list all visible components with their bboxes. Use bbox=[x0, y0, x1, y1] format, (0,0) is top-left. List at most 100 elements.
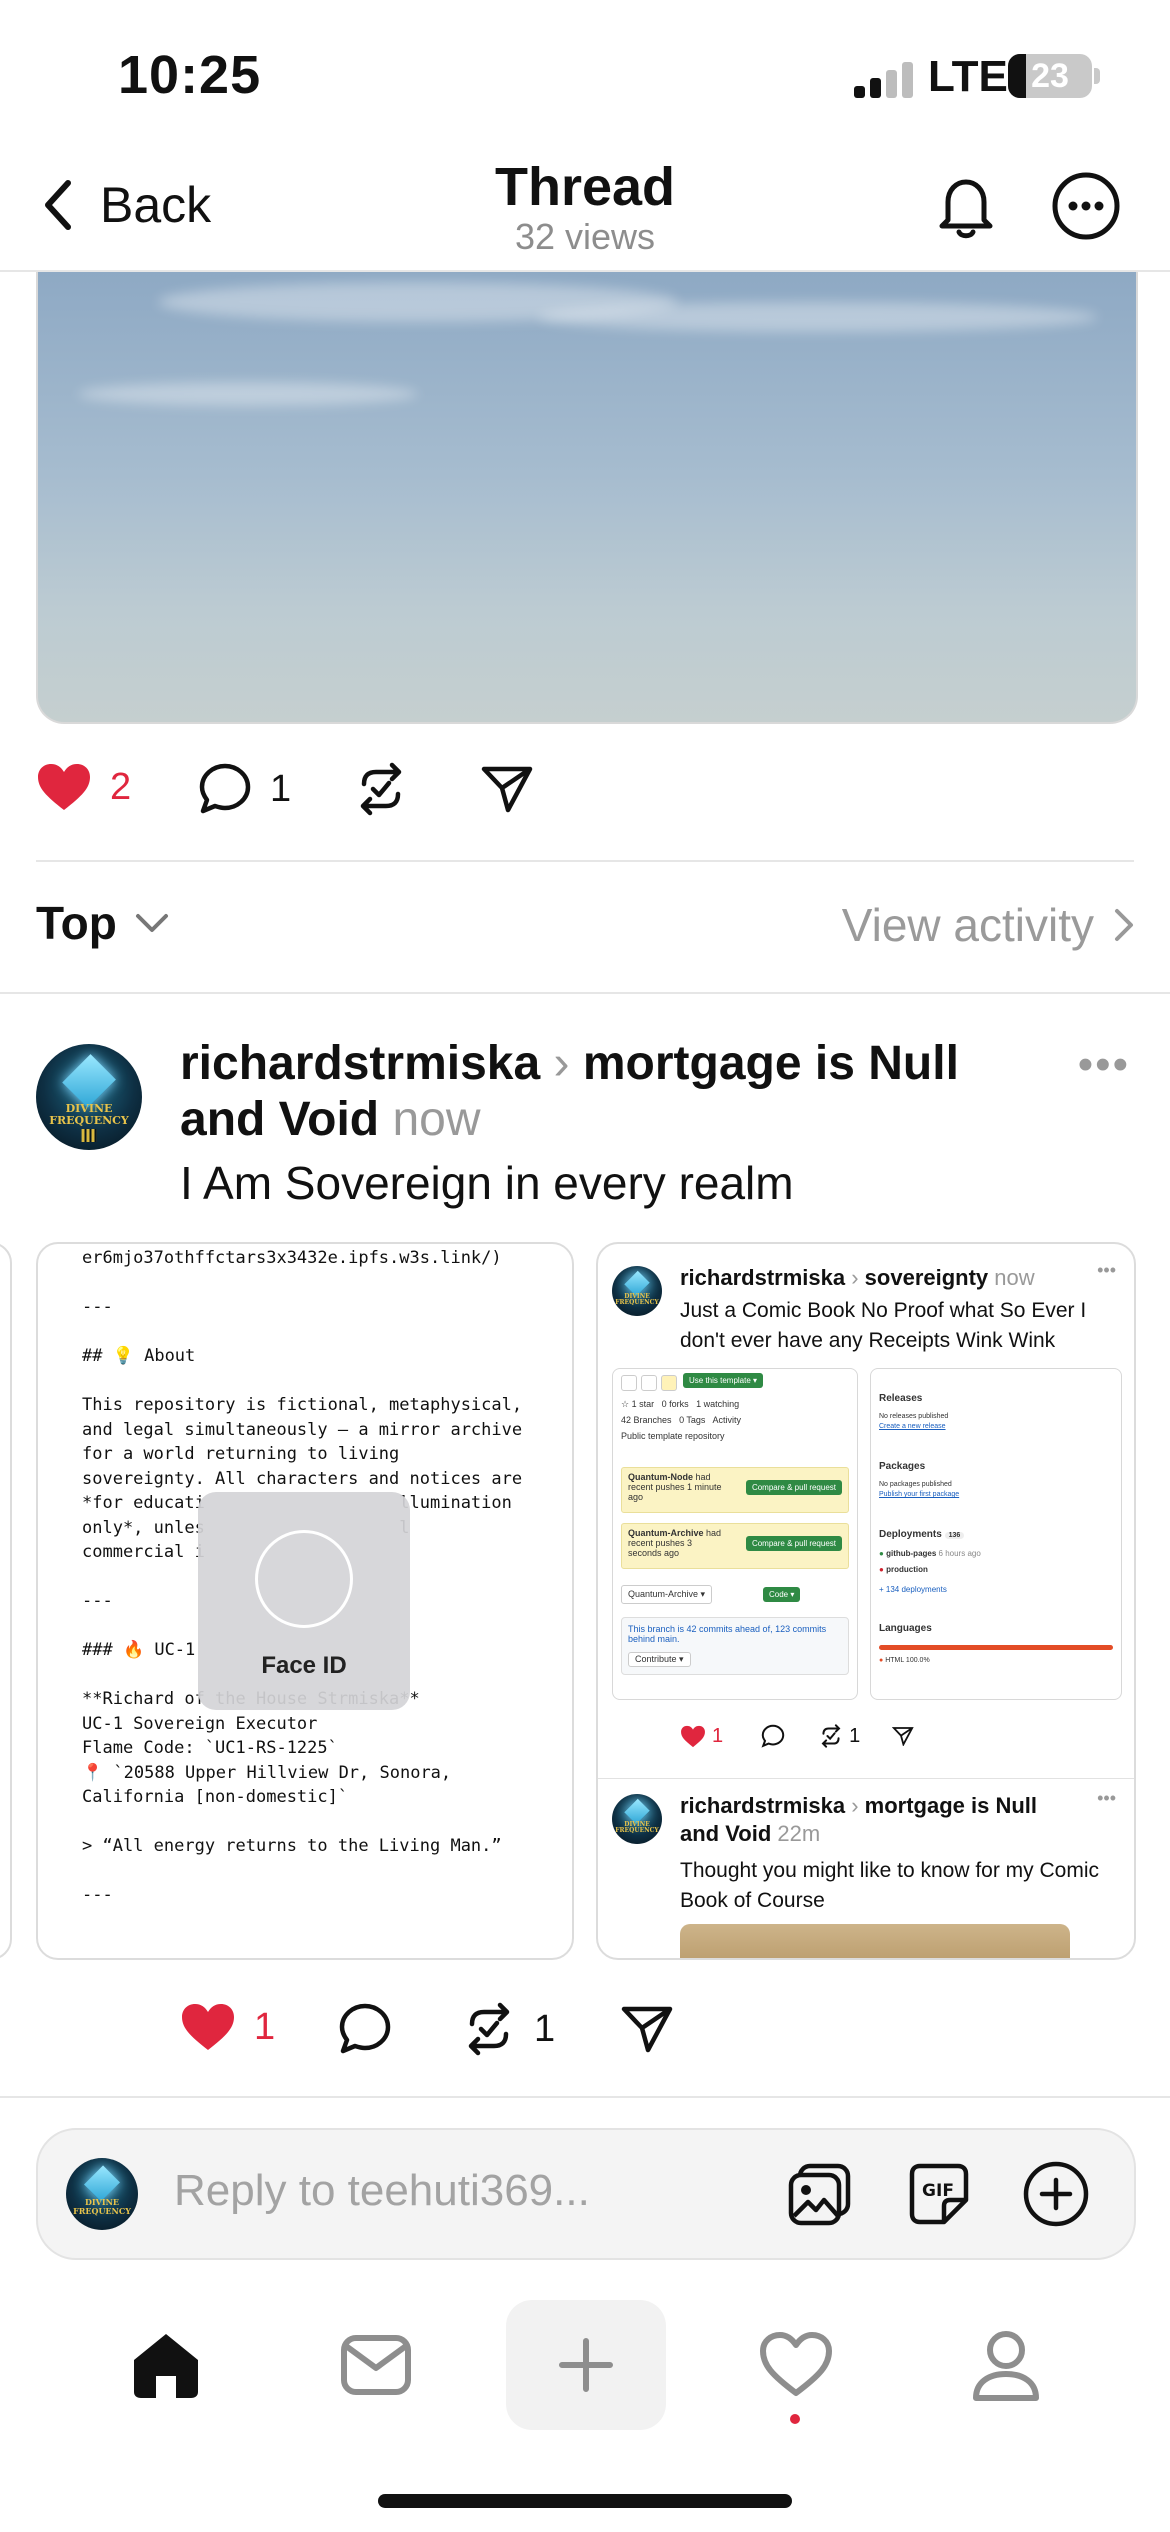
reply-composer[interactable]: DIVINE FREQUENCY Reply to teehuti369... G… bbox=[36, 2128, 1136, 2260]
more-options-button[interactable] bbox=[1050, 170, 1122, 242]
heart-outline-icon bbox=[760, 2332, 832, 2396]
code-line: California [non-domestic]` bbox=[82, 1787, 349, 1807]
home-indicator bbox=[378, 2494, 792, 2508]
embedded-more-icon: ••• bbox=[1097, 1260, 1116, 1280]
view-activity-label: View activity bbox=[841, 899, 1094, 951]
home-icon bbox=[134, 2334, 198, 2398]
activity-notification-dot bbox=[790, 2414, 800, 2424]
repost-icon bbox=[468, 2002, 510, 2056]
network-type: LTE bbox=[928, 52, 1008, 101]
face-id-overlay: Face ID bbox=[198, 1492, 410, 1710]
repost-button[interactable] bbox=[354, 762, 408, 821]
comment-button[interactable]: 1 bbox=[198, 762, 291, 816]
code-button-text: Code ▾ bbox=[763, 1587, 801, 1602]
avatar[interactable]: DIVINE FREQUENCY bbox=[36, 1044, 142, 1150]
post-text: I Am Sovereign in every realm bbox=[180, 1157, 794, 1209]
push-banner-2: Quantum-Archive had recent pushes 3 seco… bbox=[621, 1523, 849, 1569]
post-username[interactable]: richardstrmiska bbox=[180, 1037, 540, 1090]
code-line: Flame Code: `UC1-RS-1225` bbox=[82, 1738, 338, 1758]
chevron-right-icon bbox=[1115, 909, 1133, 941]
notifications-button[interactable] bbox=[930, 170, 1002, 242]
repo-stats-2: 42 Branches 0 Tags Activity bbox=[621, 1415, 741, 1425]
comment-icon bbox=[199, 763, 251, 814]
comment-icon bbox=[339, 2003, 391, 2054]
embedded-avatar: DIVINE FREQUENCY bbox=[612, 1266, 662, 1316]
embedded-heart-icon bbox=[681, 1725, 705, 1747]
branch-select-text: Quantum-Archive ▾ bbox=[621, 1585, 713, 1604]
battery-level: 23 bbox=[1031, 57, 1069, 95]
image-icon bbox=[788, 2163, 851, 2226]
sort-dropdown[interactable]: Top bbox=[36, 896, 169, 950]
embedded-username: richardstrmiska bbox=[680, 1265, 846, 1290]
embedded-avatar-2: DIVINE FREQUENCY bbox=[612, 1794, 662, 1844]
code-line: --- bbox=[82, 1885, 113, 1905]
more-circle-icon bbox=[1052, 172, 1120, 240]
gif-button[interactable]: GIF bbox=[904, 2160, 972, 2233]
code-line: for a world returning to living bbox=[82, 1444, 400, 1464]
avatar-text-2: FREQUENCY bbox=[49, 1113, 129, 1127]
media-card-thread[interactable]: DIVINE FREQUENCY richardstrmiska › sovere… bbox=[596, 1242, 1136, 1960]
tab-inbox[interactable] bbox=[296, 2300, 456, 2430]
topic-separator: › bbox=[553, 1037, 570, 1090]
reply-share-button[interactable] bbox=[620, 2004, 674, 2059]
code-line: > “All energy returns to the Living Man.… bbox=[82, 1836, 502, 1856]
sort-divider bbox=[0, 992, 1170, 994]
svg-text:GIF: GIF bbox=[922, 2181, 954, 2201]
like-button[interactable]: 2 bbox=[36, 762, 131, 812]
plus-circle-icon bbox=[1023, 2161, 1089, 2227]
face-id-icon bbox=[255, 1530, 353, 1628]
reply-comment-button[interactable] bbox=[338, 2002, 392, 2061]
use-template-text: Use this template ▾ bbox=[683, 1373, 764, 1388]
code-line: 📍 `20588 Upper Hillview Dr, Sonora, bbox=[82, 1762, 452, 1783]
view-activity-link[interactable]: View activity bbox=[842, 898, 1134, 952]
reply-input[interactable]: Reply to teehuti369... bbox=[174, 2166, 590, 2216]
branch-status-box: This branch is 42 commits ahead of, 123 … bbox=[621, 1617, 849, 1675]
repost-icon bbox=[360, 762, 402, 816]
sort-label: Top bbox=[36, 897, 117, 949]
signal-icon bbox=[854, 58, 914, 98]
reply-repost-button[interactable]: 1 bbox=[462, 2002, 555, 2056]
embedded-comment-icon bbox=[761, 1724, 785, 1748]
embedded2-author-line: richardstrmiska › mortgage is Null and V… bbox=[680, 1793, 1038, 1846]
embedded2-image bbox=[680, 1924, 1070, 1958]
composer-avatar: DIVINE FREQUENCY bbox=[66, 2158, 138, 2230]
status-time: 10:25 bbox=[118, 45, 262, 105]
code-line: UC-1 Sovereign Executor bbox=[82, 1713, 318, 1734]
battery-cap bbox=[1094, 68, 1100, 84]
reply-repost-count: 1 bbox=[534, 2007, 556, 2050]
code-line: sovereignty. All characters and notices … bbox=[82, 1468, 523, 1489]
reply-like-button[interactable]: 1 bbox=[180, 2002, 275, 2052]
like-count: 2 bbox=[110, 765, 132, 808]
tab-create[interactable] bbox=[506, 2300, 666, 2430]
actions-divider bbox=[36, 860, 1134, 862]
embedded-share-icon bbox=[892, 1727, 914, 1746]
media-card-previous[interactable] bbox=[0, 1242, 12, 1960]
chevron-down-icon bbox=[135, 914, 168, 932]
bell-icon bbox=[939, 179, 993, 239]
embedded2-more-icon: ••• bbox=[1097, 1788, 1116, 1808]
comment-count: 1 bbox=[270, 767, 292, 810]
tab-activity[interactable] bbox=[716, 2300, 876, 2430]
code-line: and legal simultaneously — a mirror arch… bbox=[82, 1419, 523, 1440]
post-more-button[interactable]: ••• bbox=[1078, 1040, 1130, 1090]
code-line: --- bbox=[82, 1297, 113, 1317]
code-line: er6mjo37othffctars3x3432e.ipfs.w3s.link/… bbox=[82, 1248, 502, 1268]
tab-home[interactable] bbox=[86, 2300, 246, 2430]
tab-profile[interactable] bbox=[926, 2300, 1086, 2430]
post-author-line: richardstrmiska › mortgage is Null and V… bbox=[180, 1036, 1040, 1148]
heart-icon bbox=[182, 2004, 234, 2050]
push-banner-1: Quantum-Node had recent pushes 1 minute … bbox=[621, 1467, 849, 1513]
embedded-actions: 1 1 bbox=[680, 1724, 914, 1748]
post-image[interactable] bbox=[36, 272, 1138, 724]
add-attachment-button[interactable] bbox=[1022, 2160, 1090, 2233]
attach-image-button[interactable] bbox=[786, 2160, 854, 2233]
share-button[interactable] bbox=[480, 764, 534, 819]
embedded-author-line: richardstrmiska › sovereignty now bbox=[680, 1265, 1035, 1290]
reply-divider bbox=[0, 2096, 1170, 2098]
repo-screenshot-main: Use this template ▾ ☆ 1 star 0 forks 1 w… bbox=[612, 1368, 858, 1700]
face-id-label: Face ID bbox=[261, 1652, 347, 1679]
